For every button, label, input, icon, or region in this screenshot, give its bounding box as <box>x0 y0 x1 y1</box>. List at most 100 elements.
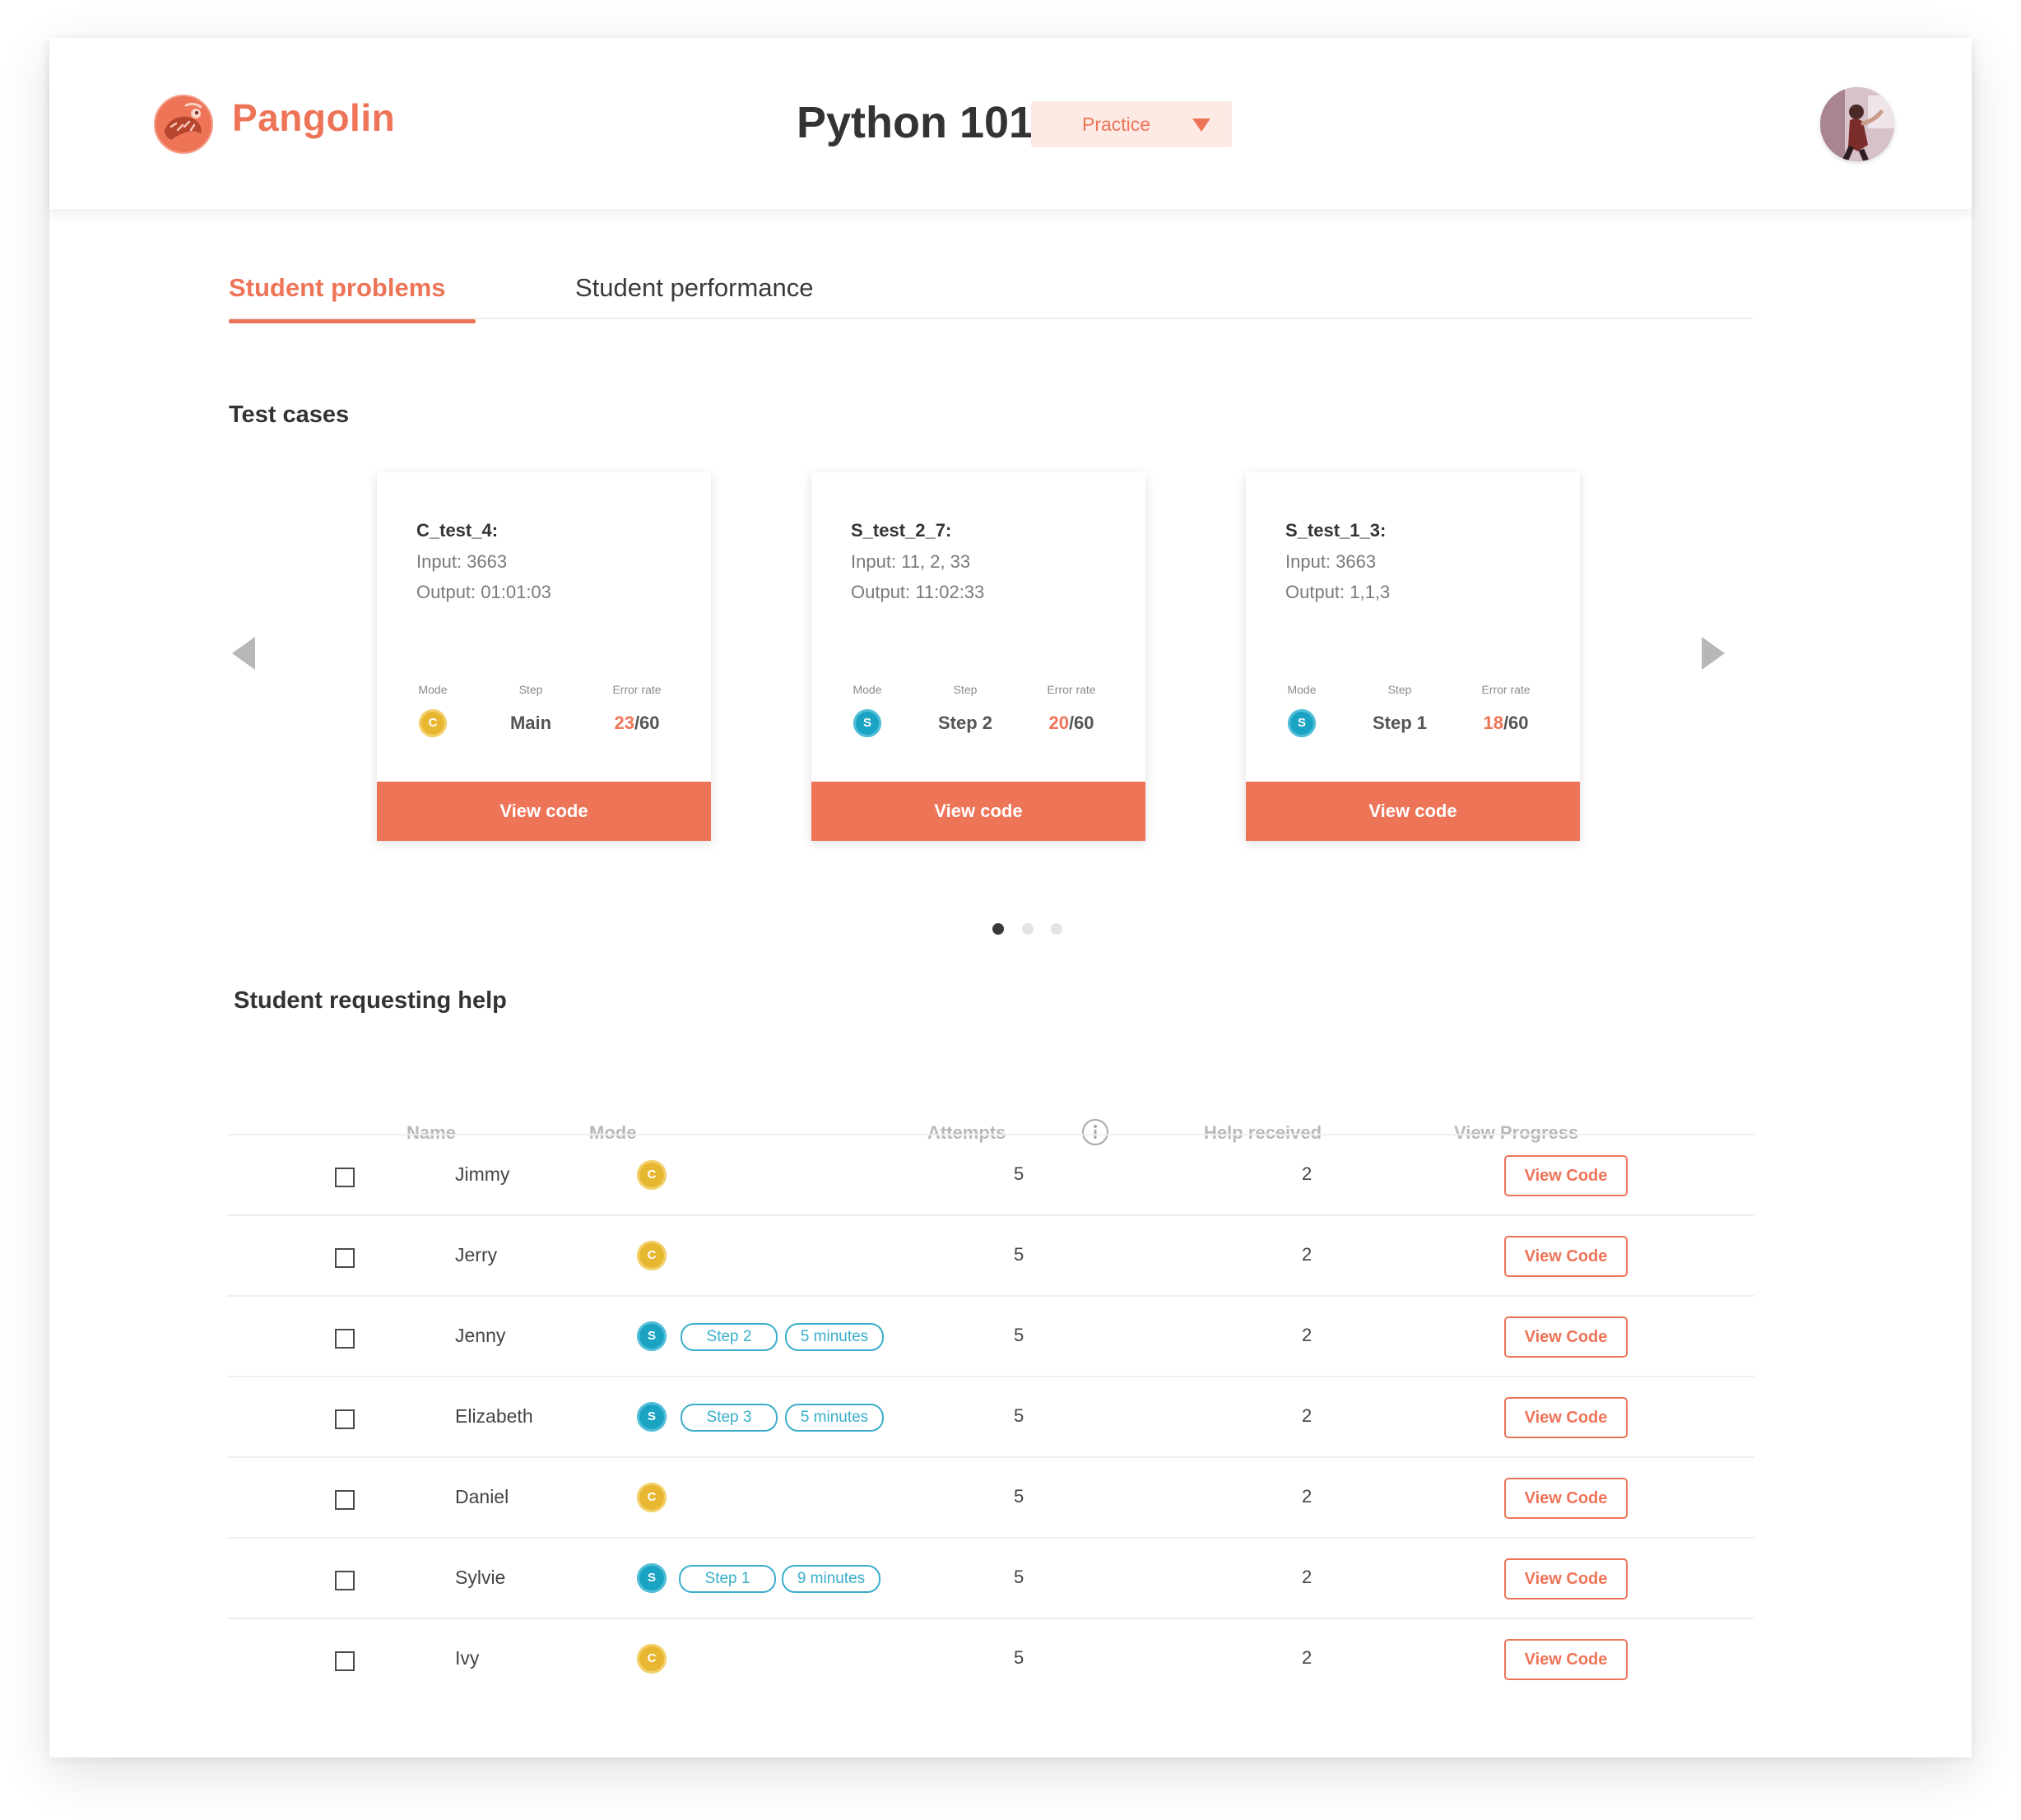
view-code-button[interactable]: View Code <box>1504 1639 1628 1680</box>
error-count: 18 <box>1483 713 1503 733</box>
attempts-count: 5 <box>1014 1647 1024 1668</box>
table-row: Daniel C 5 2 View Code <box>227 1456 1754 1539</box>
row-checkbox[interactable] <box>335 1490 355 1510</box>
attempts-count: 5 <box>1014 1486 1024 1507</box>
test-case-name: S_test_2_7: <box>851 520 952 541</box>
mode-dropdown[interactable]: Practice <box>1031 101 1232 147</box>
row-checkbox[interactable] <box>335 1248 355 1268</box>
course-title: Python 101 <box>797 98 1034 147</box>
student-name: Elizabeth <box>455 1405 533 1427</box>
pagination-dot-2[interactable] <box>1022 923 1034 935</box>
help-requests-title: Student requesting help <box>234 987 507 1014</box>
row-checkbox[interactable] <box>335 1571 355 1590</box>
table-row: Sylvie S Step 1 9 minutes 5 2 View Code <box>227 1537 1754 1619</box>
error-count: 20 <box>1048 713 1069 733</box>
app-window: Pangolin Python 101 Practice Student pro… <box>49 38 1972 1757</box>
active-tab-indicator <box>229 319 476 323</box>
step-label: Step <box>1387 683 1412 696</box>
view-code-button[interactable]: View code <box>811 782 1145 841</box>
mode-badge: S <box>853 709 881 737</box>
mode-label: Mode <box>853 683 882 696</box>
arrow-left-icon[interactable] <box>232 637 255 670</box>
tab-student-performance[interactable]: Student performance <box>575 273 814 303</box>
help-received-count: 2 <box>1302 1163 1312 1184</box>
step-pill: Step 2 <box>681 1323 778 1351</box>
mode-badge: C <box>637 1241 667 1270</box>
view-code-button[interactable]: View Code <box>1504 1155 1628 1196</box>
test-case-name: S_test_1_3: <box>1285 520 1387 541</box>
student-name: Daniel <box>455 1486 509 1507</box>
step-value: Step 2 <box>937 713 993 733</box>
table-row: Elizabeth S Step 3 5 minutes 5 2 View Co… <box>227 1376 1754 1458</box>
help-received-count: 2 <box>1302 1244 1312 1265</box>
time-pill: 5 minutes <box>785 1404 884 1432</box>
error-count: 23 <box>614 713 634 733</box>
help-received-count: 2 <box>1302 1486 1312 1507</box>
row-checkbox[interactable] <box>335 1168 355 1187</box>
mode-badge: S <box>637 1321 667 1351</box>
test-case-input: Input: 3663 <box>1285 551 1377 572</box>
test-case-output: Output: 11:02:33 <box>851 582 985 602</box>
student-name: Jenny <box>455 1325 506 1346</box>
mode-label: Mode <box>1287 683 1317 696</box>
test-case-card: S_test_1_3: Input: 3663 Output: 1,1,3 Mo… <box>1246 472 1580 841</box>
mode-dropdown-value: Practice <box>1082 114 1151 135</box>
table-row: Jenny S Step 2 5 minutes 5 2 View Code <box>227 1295 1754 1377</box>
error-total: /60 <box>1503 713 1529 733</box>
caret-down-icon <box>1192 118 1210 132</box>
step-pill: Step 1 <box>679 1565 776 1593</box>
attempts-count: 5 <box>1014 1567 1024 1587</box>
test-case-card: S_test_2_7: Input: 11, 2, 33 Output: 11:… <box>811 472 1145 841</box>
mode-badge: S <box>637 1563 667 1593</box>
help-received-count: 2 <box>1302 1567 1312 1587</box>
error-rate-label: Error rate <box>612 683 662 696</box>
view-code-button[interactable]: View Code <box>1504 1397 1628 1438</box>
view-code-button[interactable]: View Code <box>1504 1558 1628 1599</box>
view-code-button[interactable]: View code <box>377 782 711 841</box>
mode-badge: C <box>637 1160 667 1190</box>
error-rate-value: 20/60 <box>1022 713 1121 734</box>
student-name: Ivy <box>455 1647 480 1669</box>
pangolin-logo-icon[interactable] <box>153 94 214 155</box>
view-code-button[interactable]: View code <box>1246 782 1580 841</box>
avatar-photo <box>1820 87 1894 161</box>
user-avatar[interactable] <box>1820 87 1894 161</box>
row-checkbox[interactable] <box>335 1409 355 1429</box>
test-case-name: C_test_4: <box>416 520 499 541</box>
step-label: Step <box>953 683 978 696</box>
error-total: /60 <box>634 713 660 733</box>
view-code-button[interactable]: View Code <box>1504 1478 1628 1519</box>
arrow-right-icon[interactable] <box>1702 637 1725 670</box>
table-row: Jerry C 5 2 View Code <box>227 1214 1754 1297</box>
mode-badge: S <box>1288 709 1316 737</box>
error-total: /60 <box>1068 713 1094 733</box>
mode-badge: C <box>637 1644 667 1674</box>
error-rate-value: 23/60 <box>588 713 686 734</box>
attempts-count: 5 <box>1014 1325 1024 1345</box>
error-rate-label: Error rate <box>1481 683 1531 696</box>
time-pill: 9 minutes <box>782 1565 880 1593</box>
error-rate-label: Error rate <box>1047 683 1096 696</box>
test-cases-title: Test cases <box>229 402 350 428</box>
pagination-dot-3[interactable] <box>1051 923 1062 935</box>
table-row: Ivy C 5 2 View Code <box>227 1618 1754 1700</box>
brand-name: Pangolin <box>232 96 396 139</box>
view-code-button[interactable]: View Code <box>1504 1316 1628 1358</box>
help-received-count: 2 <box>1302 1405 1312 1426</box>
row-checkbox[interactable] <box>335 1651 355 1671</box>
student-name: Jimmy <box>455 1163 510 1185</box>
mode-badge: S <box>637 1402 667 1432</box>
test-case-output: Output: 1,1,3 <box>1285 582 1391 602</box>
pagination-dot-1[interactable] <box>992 923 1004 935</box>
table-row: Jimmy C 5 2 View Code <box>227 1134 1754 1216</box>
tab-student-problems[interactable]: Student problems <box>229 273 446 303</box>
mode-label: Mode <box>418 683 448 696</box>
step-pill: Step 3 <box>681 1404 778 1432</box>
help-received-count: 2 <box>1302 1647 1312 1668</box>
row-checkbox[interactable] <box>335 1329 355 1349</box>
test-case-output: Output: 01:01:03 <box>416 582 551 602</box>
test-case-input: Input: 11, 2, 33 <box>851 551 971 572</box>
step-label: Step <box>518 683 543 696</box>
attempts-count: 5 <box>1014 1163 1024 1184</box>
view-code-button[interactable]: View Code <box>1504 1236 1628 1277</box>
